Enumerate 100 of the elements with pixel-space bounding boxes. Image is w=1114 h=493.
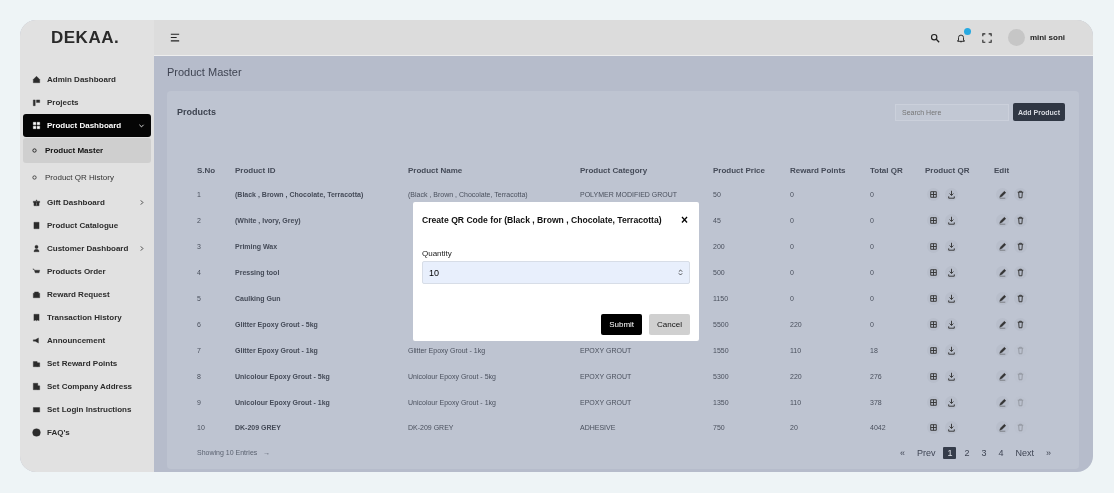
pencil-icon[interactable] [996,188,1009,202]
pencil-icon[interactable] [996,317,1009,331]
next-link[interactable]: Next [1011,447,1038,458]
column-header: Total QR [870,158,925,182]
qr-code-icon[interactable] [927,292,940,305]
qr-code-icon[interactable] [927,240,940,254]
circle-bullet-icon [32,148,37,153]
sidebar-item[interactable]: Customer Dashboard [23,237,151,260]
sidebar-item[interactable]: Projects [23,91,151,114]
sidebar-item[interactable]: Admin Dashboard [23,68,151,91]
sidebar-item[interactable]: Set Login Instructions [23,398,151,421]
first-page-link[interactable]: « [895,447,909,458]
sidebar-item[interactable]: Set Company Address [23,375,151,398]
quantity-field[interactable]: 10 [422,261,690,284]
last-page-link[interactable]: » [1042,447,1055,458]
download-icon[interactable] [945,395,958,409]
menu-item-icon [32,336,41,345]
qr-code-icon[interactable] [927,395,940,409]
pencil-icon[interactable] [996,369,1009,383]
pencil-icon[interactable] [996,343,1009,357]
page-link[interactable]: 2 [960,447,974,458]
menu-item-icon [32,313,41,322]
sidebar-item[interactable]: Gift Dashboard [23,191,151,214]
brand-logo: DEKAA. [50,27,121,49]
column-header: S.No [197,158,235,182]
circle-bullet-icon [32,175,37,180]
pencil-icon[interactable] [996,266,1009,280]
download-icon[interactable] [945,214,958,228]
menu-item-icon [32,428,41,437]
cancel-button[interactable]: Cancel [649,314,690,335]
trash-icon[interactable] [1014,266,1027,280]
qr-code-icon[interactable] [927,343,940,357]
submit-button[interactable]: Submit [601,314,643,335]
column-header: Edit [994,164,1011,177]
pencil-icon[interactable] [996,421,1009,435]
field-label: Quantity [422,249,453,258]
page-link[interactable]: 4 [994,447,1008,458]
sidebar-item[interactable]: Transaction History [23,306,151,329]
download-icon[interactable] [945,188,958,202]
qr-code-icon[interactable] [927,317,940,331]
menu-item-icon [32,98,41,107]
trash-icon[interactable] [1014,292,1027,305]
menu-item-icon [32,290,41,299]
sidebar-item[interactable]: Announcement [23,329,151,352]
download-icon[interactable] [945,421,958,435]
column-header: Product Price [713,158,790,182]
prev-link[interactable]: Prev [912,447,940,458]
column-header: Product Name [408,158,580,182]
menu-item-icon [32,198,41,207]
download-icon[interactable] [945,317,958,331]
pencil-icon[interactable] [996,240,1009,254]
download-icon[interactable] [945,240,958,254]
download-icon[interactable] [945,266,958,280]
page-link[interactable]: 3 [977,447,991,458]
download-icon[interactable] [945,292,958,305]
menu-icon[interactable] [170,33,180,42]
fullscreen-icon[interactable] [981,32,992,43]
trash-icon[interactable] [1014,188,1027,202]
qr-code-icon[interactable] [927,369,940,383]
download-icon[interactable] [945,343,958,357]
menu-item-icon [32,244,41,253]
menu-item-icon [32,382,41,391]
pencil-icon[interactable] [996,395,1009,409]
sidebar-item[interactable]: Reward Request [23,283,151,306]
qr-code-icon[interactable] [927,188,940,202]
close-button[interactable]: × [679,213,690,227]
trash-icon[interactable] [1014,317,1027,331]
column-header: Reward Points [790,158,870,182]
menu-item-icon [32,121,41,130]
user-name: mini soni [1029,33,1065,42]
download-icon[interactable] [945,369,958,383]
menu-item-icon [32,359,41,368]
dialog-title: Create QR Code for (Black , Brown , Chocolate, Terracotta) [422,215,662,225]
sidebar-item[interactable]: Set Reward Points [23,352,151,375]
menu-item-icon [32,405,41,414]
qr-code-icon[interactable] [927,421,940,435]
trash-icon[interactable] [1014,214,1027,228]
trash-icon[interactable] [1014,240,1027,254]
column-header: Product Category [580,158,713,182]
card-title: Products [177,107,216,117]
pencil-icon[interactable] [996,292,1009,305]
column-header: Product ID [235,158,408,182]
sidebar-item[interactable]: Product Dashboard [23,114,151,137]
submenu-item[interactable]: Product Master [23,138,151,163]
page-title: Product Master [167,66,243,80]
sidebar-item[interactable]: Product Catalogue [23,214,151,237]
spinner-icon[interactable] [678,268,683,277]
qr-code-icon[interactable] [927,214,940,228]
menu-item-icon [32,75,41,84]
pencil-icon[interactable] [996,214,1009,228]
qr-code-icon[interactable] [927,266,940,280]
submenu-item[interactable]: Product QR History [23,165,151,190]
menu-item-icon [32,221,41,230]
sidebar-item[interactable]: Products Order [23,260,151,283]
search-icon[interactable] [929,32,940,43]
page-link[interactable]: 1 [943,446,957,459]
sidebar-item[interactable]: FAQ's [23,421,151,444]
notification-badge-icon [963,27,971,35]
bell-icon[interactable] [955,32,966,43]
menu-item-icon [32,267,41,276]
